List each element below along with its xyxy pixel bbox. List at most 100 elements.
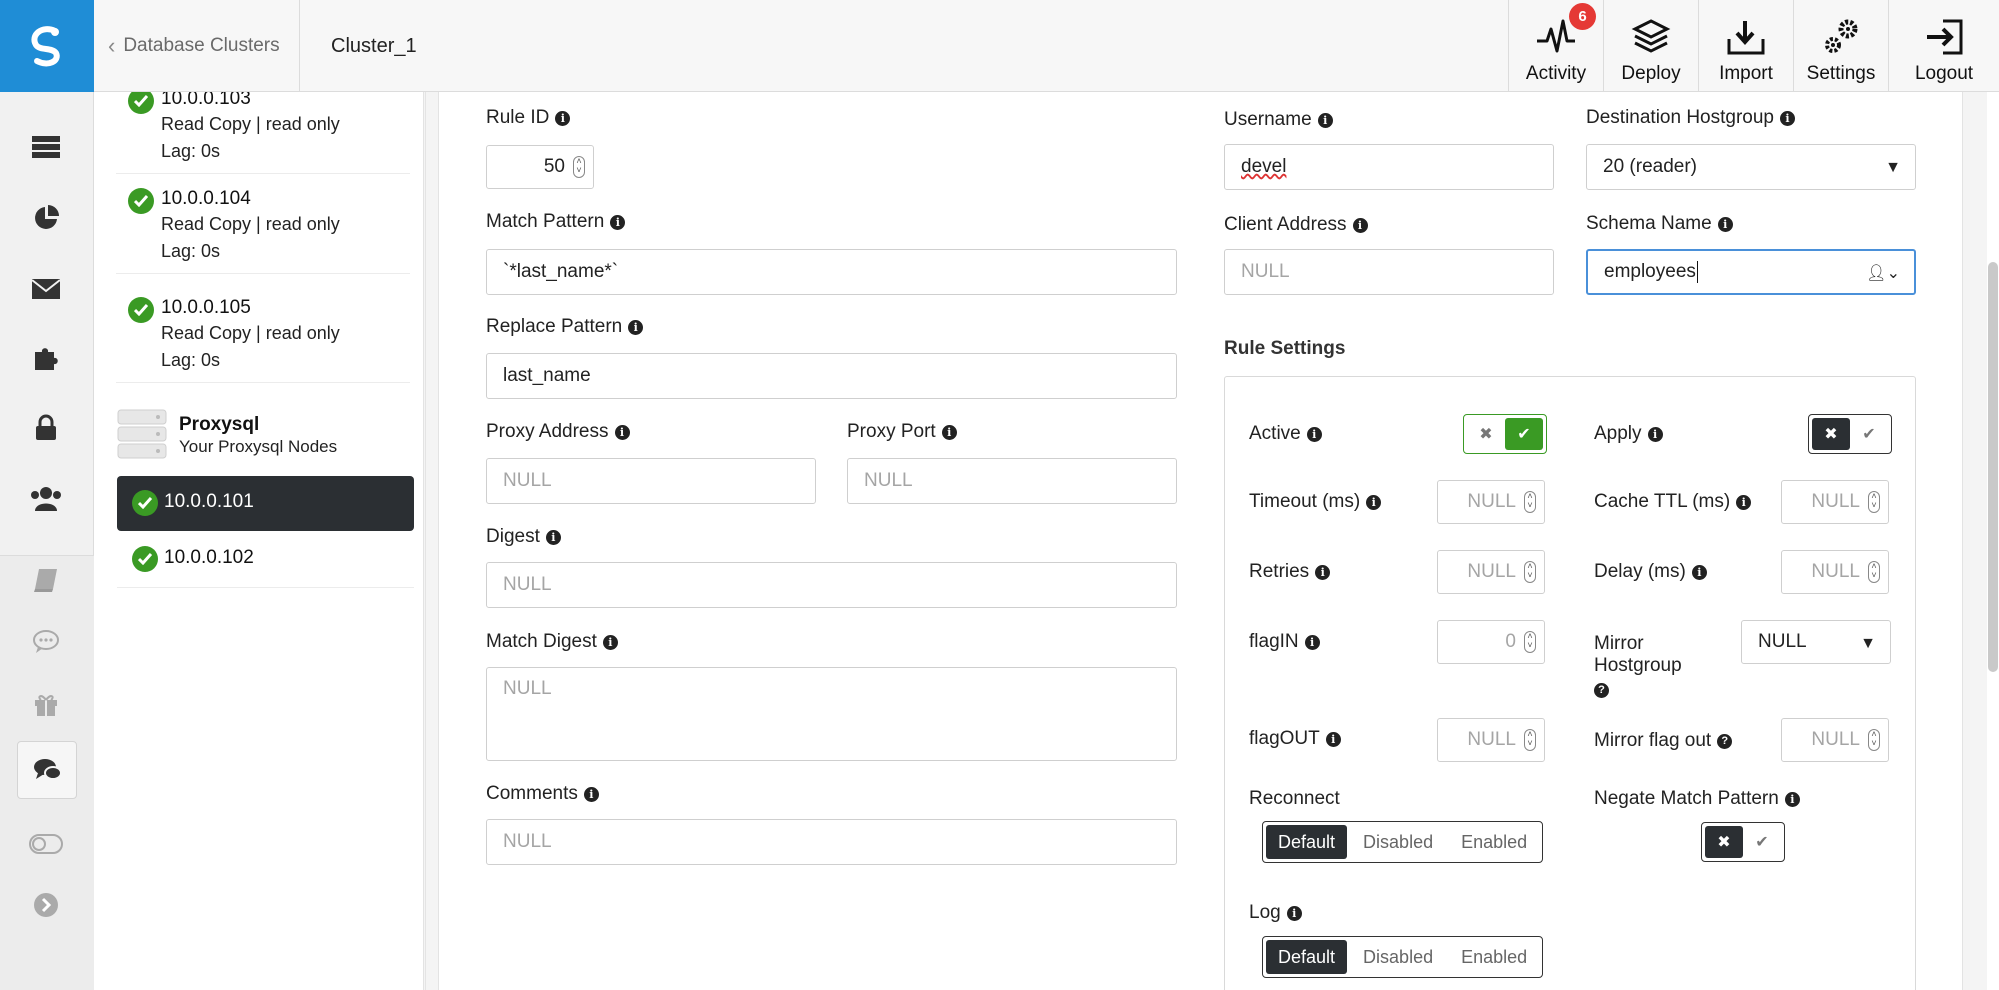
info-icon[interactable]: i [1325,731,1341,747]
nav-integrations[interactable] [22,334,70,382]
proxy-port-input[interactable]: NULL [847,458,1177,504]
info-icon[interactable]: i [1647,426,1663,442]
option-default[interactable]: Default [1266,940,1348,974]
log-selector[interactable]: Default Disabled Enabled [1262,936,1544,978]
info-icon[interactable]: i [1784,791,1800,807]
flag-in-stepper[interactable]: 0 ˄ ˅ [1437,620,1545,664]
info-icon[interactable]: i [610,214,626,230]
main-scrollbar[interactable] [1987,92,1999,990]
replace-pattern-input[interactable]: last_name [486,353,1177,399]
timeout-label: Timeout (ms) i [1249,491,1382,513]
proxy-address-input[interactable]: NULL [486,458,816,504]
rule-id-stepper[interactable]: 50 ˄ ˅ [486,145,594,189]
node-item[interactable]: 10.0.0.103 Read Copy | read only Lag: 0s [116,92,410,174]
toggle-on-icon[interactable]: ✔ [1743,826,1781,858]
stepper-arrows-icon[interactable]: ˄ ˅ [1524,631,1536,653]
toggle-off-icon[interactable]: ✖ [1705,826,1743,858]
active-toggle[interactable]: ✖ ✔ [1463,414,1547,454]
info-icon[interactable]: i [1317,112,1333,128]
info-icon[interactable]: i [1691,564,1707,580]
nav-clusters[interactable] [22,123,70,171]
proxysql-group-header[interactable]: Proxysql Your Proxysql Nodes [116,406,416,462]
option-disabled[interactable]: Disabled [1351,940,1445,974]
import-button[interactable]: Import [1698,0,1793,92]
nav-security[interactable] [22,404,70,452]
option-disabled[interactable]: Disabled [1351,825,1445,859]
toggle-on-icon[interactable]: ✔ [1850,418,1888,450]
info-icon[interactable]: i [555,110,571,126]
nav-reports[interactable] [22,194,70,242]
reconnect-selector[interactable]: Default Disabled Enabled [1262,821,1544,863]
timeout-stepper[interactable]: NULL ˄ ˅ [1437,480,1545,524]
logout-button[interactable]: Logout [1888,0,1999,92]
info-icon[interactable]: i [1352,217,1368,233]
settings-button[interactable]: Settings [1793,0,1888,92]
activity-button[interactable]: 6 Activity [1508,0,1603,92]
retries-stepper[interactable]: NULL ˄ ˅ [1437,550,1545,594]
nav-alarms[interactable] [22,265,70,313]
stepper-arrows-icon[interactable]: ˄ ˅ [1868,561,1880,583]
toggle-on-icon[interactable]: ✔ [1505,418,1543,450]
delay-stepper[interactable]: NULL ˄ ˅ [1781,550,1889,594]
nav-chat[interactable] [17,741,77,799]
book-icon [34,569,57,592]
info-icon[interactable]: i [1366,494,1382,510]
node-item[interactable]: 10.0.0.105 Read Copy | read only Lag: 0s [116,297,410,383]
stepper-arrows-icon[interactable]: ˄ ˅ [573,156,585,178]
username-input[interactable]: devel [1224,144,1554,190]
nav-feedback[interactable] [22,618,70,666]
negate-match-pattern-toggle[interactable]: ✖ ✔ [1701,822,1785,862]
nav-docs[interactable] [22,556,70,604]
nav-whats-new[interactable] [22,680,70,728]
option-enabled[interactable]: Enabled [1449,940,1539,974]
info-icon[interactable]: i [1306,426,1322,442]
match-pattern-input[interactable]: `*last_name*` [486,249,1177,295]
stepper-arrows-icon[interactable]: ˄ ˅ [1868,729,1880,751]
app-logo[interactable] [0,0,94,92]
nav-users[interactable] [22,475,70,523]
info-icon[interactable]: i [1780,110,1795,126]
question-icon[interactable]: ? [1717,733,1733,749]
toggle-off-icon[interactable]: ✖ [1812,418,1850,450]
user-autofill-icon[interactable]: 👤︎⌄ [1866,263,1900,283]
option-enabled[interactable]: Enabled [1449,825,1539,859]
destination-hostgroup-select[interactable]: 20 (reader) ▼ [1586,144,1916,190]
info-icon[interactable]: i [941,424,957,440]
info-icon[interactable]: i [602,634,618,650]
info-icon[interactable]: i [628,319,644,335]
stepper-arrows-icon[interactable]: ˄ ˅ [1524,491,1536,513]
toggle-off-icon[interactable]: ✖ [1467,418,1505,450]
client-address-input[interactable]: NULL [1224,249,1554,295]
info-icon[interactable]: i [1286,905,1302,921]
stepper-arrows-icon[interactable]: ˄ ˅ [1524,729,1536,751]
mirror-flag-out-stepper[interactable]: NULL ˄ ˅ [1781,718,1889,762]
flag-out-stepper[interactable]: NULL ˄ ˅ [1437,718,1545,762]
nav-theme-toggle[interactable] [22,820,70,868]
info-icon[interactable]: i [583,786,599,802]
digest-input[interactable]: NULL [486,562,1177,608]
node-panel-scrollbar[interactable] [425,92,439,990]
breadcrumb[interactable]: ‹ Database Clusters [94,0,300,92]
deploy-button[interactable]: Deploy [1603,0,1698,92]
stepper-arrows-icon[interactable]: ˄ ˅ [1524,561,1536,583]
apply-toggle[interactable]: ✖ ✔ [1808,414,1892,454]
question-icon[interactable]: ? [1594,682,1609,698]
nav-expand[interactable] [22,881,70,929]
info-icon[interactable]: i [1315,564,1331,580]
proxysql-node-selected[interactable]: 10.0.0.101 [117,476,414,531]
scrollbar-thumb[interactable] [1988,262,1998,672]
info-icon[interactable]: i [545,529,561,545]
option-default[interactable]: Default [1266,825,1348,859]
node-item[interactable]: 10.0.0.104 Read Copy | read only Lag: 0s [116,188,410,274]
comments-input[interactable]: NULL [486,819,1177,865]
info-icon[interactable]: i [1717,216,1733,232]
info-icon[interactable]: i [1736,494,1752,510]
cache-ttl-stepper[interactable]: NULL ˄ ˅ [1781,480,1889,524]
mirror-hostgroup-select[interactable]: NULL ▼ [1741,620,1891,664]
info-icon[interactable]: i [1304,634,1320,650]
info-icon[interactable]: i [614,424,630,440]
stepper-arrows-icon[interactable]: ˄ ˅ [1868,491,1880,513]
match-digest-textarea[interactable]: NULL [486,667,1177,761]
proxysql-node[interactable]: 10.0.0.102 [117,532,414,588]
schema-name-input[interactable]: employees 👤︎⌄ [1586,249,1916,295]
